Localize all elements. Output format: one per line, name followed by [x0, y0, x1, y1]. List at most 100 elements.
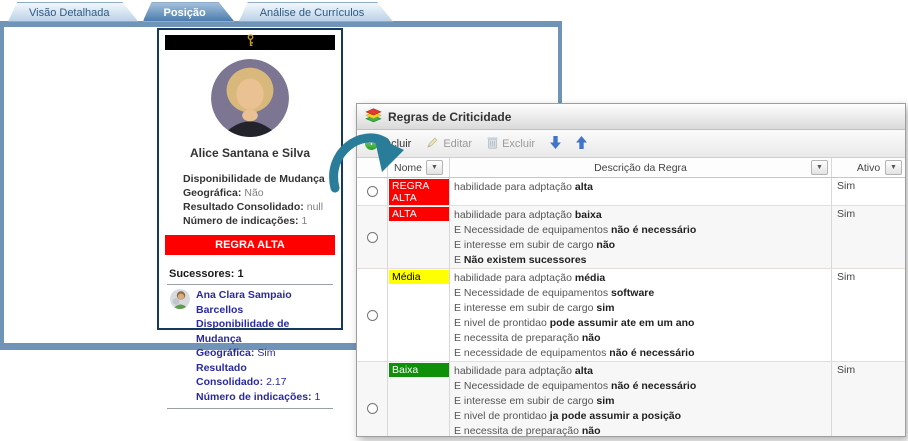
rule-description-line: habilidade para adptação alta — [450, 364, 831, 379]
rule-row: Média habilidade para adptação média E Nec… — [357, 269, 905, 362]
rule-description-line: E Necessidade de equipamentos não é nece… — [450, 379, 831, 394]
descricao-header-label: Descrição da Regra — [594, 162, 687, 174]
ativo-column-header: Ativo ▼ — [832, 158, 905, 177]
trash-icon — [487, 136, 498, 152]
rule-row: Baixahabilidade para adptação altaE Nece… — [357, 362, 905, 436]
tab-bar: Visão Detalhada Posição Análise de Currí… — [8, 2, 393, 22]
move-down-button[interactable] — [550, 136, 561, 152]
rule-description-line: E necessita de preparação não — [450, 424, 831, 436]
rule-desc-value: não — [582, 332, 601, 344]
rule-desc-text: E interesse em subir de cargo — [454, 239, 596, 251]
rule-ativo-cell: Sim — [832, 362, 905, 436]
rule-description-line: E interesse em subir de cargo sim — [450, 301, 831, 316]
rule-row: REGRA ALTAhabilidade para adptação altaS… — [357, 178, 905, 206]
detail-line: Disponibilidade de Mudança — [196, 317, 333, 346]
ativo-header-label: Ativo — [857, 162, 880, 174]
rules-table: Nome ▼ Descrição da Regra ▼ Ativo ▼ REGR… — [357, 158, 905, 436]
rule-name-cell: ALTA — [388, 206, 450, 268]
rule-desc-text: E necessita de preparação — [454, 425, 582, 436]
rule-description-line: E necessidade de equipamentos não é nece… — [450, 346, 831, 361]
tab-posicao[interactable]: Posição — [143, 2, 235, 22]
rule-select-cell — [357, 362, 388, 436]
detail-line: Geográfica:Sim — [196, 346, 333, 361]
layers-icon — [365, 108, 382, 126]
rule-description-line: E nivel de prontidao pode assumir ate em… — [450, 316, 831, 331]
nome-filter-dropdown[interactable]: ▼ — [426, 160, 443, 175]
key-position-bar — [165, 35, 335, 50]
rules-table-header: Nome ▼ Descrição da Regra ▼ Ativo ▼ — [357, 158, 905, 178]
person-card: Alice Santana e Silva Disponibilidade de… — [157, 28, 343, 330]
rule-desc-value: software — [611, 287, 654, 299]
rule-name-cell: Baixa — [388, 362, 450, 436]
rule-desc-text: habilidade para adptação — [454, 181, 575, 193]
screen: { "tabs": [ {"label": "Visão Detalhada",… — [0, 0, 908, 441]
rule-desc-value: não é necessário — [611, 380, 696, 392]
rule-select-radio[interactable] — [367, 232, 378, 243]
divider — [167, 284, 333, 285]
excluir-button[interactable]: Excluir — [487, 136, 535, 152]
window-toolbar: + Incluir Editar Excluir — [357, 130, 905, 158]
rule-desc-value: ja pode assumir a posição — [550, 410, 681, 422]
rule-desc-text: E necessita de preparação — [454, 332, 582, 344]
rule-desc-text: E nivel de prontidao — [454, 317, 550, 329]
rule-description-line: E interesse em subir de cargo sim — [450, 394, 831, 409]
rule-desc-text: habilidade para adptação — [454, 209, 575, 221]
rule-description-cell: habilidade para adptação média E Necessid… — [450, 269, 832, 361]
person-photo — [211, 59, 289, 137]
rule-desc-value: não é necessário — [609, 347, 694, 359]
detail-line: Geográfica:Não — [183, 186, 341, 200]
successor-item: Ana Clara Sampaio Barcellos Disponibilid… — [170, 288, 333, 404]
rule-description-line: E Não existem sucessores — [450, 253, 831, 268]
regras-criticidade-window: Regras de Criticidade + Incluir Editar — [356, 103, 906, 437]
rule-desc-text: E Necessidade de equipamentos — [454, 380, 611, 392]
divider — [167, 408, 333, 409]
editar-button[interactable]: Editar — [426, 136, 472, 152]
rule-desc-value: pode assumir ate em um ano — [550, 317, 695, 329]
rule-desc-text: E — [454, 254, 464, 266]
rule-desc-text: E nivel de prontidao — [454, 410, 550, 422]
rule-select-radio[interactable] — [367, 403, 378, 414]
rule-desc-text: E Necessidade de equipamentos — [454, 287, 611, 299]
rule-name-chip: ALTA — [389, 207, 449, 221]
descricao-filter-dropdown[interactable]: ▼ — [811, 160, 828, 175]
successors-count: Sucessores: 1 — [169, 268, 341, 280]
rule-desc-text: E interesse em subir de cargo — [454, 395, 596, 407]
successor-details: Ana Clara Sampaio Barcellos Disponibilid… — [196, 288, 333, 404]
move-up-button[interactable] — [576, 136, 587, 152]
rule-name-chip: Baixa — [389, 363, 449, 377]
rule-desc-text: habilidade para adptação — [454, 272, 575, 284]
successor-name[interactable]: Ana Clara Sampaio Barcellos — [196, 288, 333, 317]
excluir-label: Excluir — [502, 138, 535, 150]
rule-description-cell: habilidade para adptação baixaE Necessid… — [450, 206, 832, 268]
rule-name-cell: Média — [388, 269, 450, 361]
rule-desc-value: Não existem sucessores — [464, 254, 587, 266]
rule-desc-value: não é necessário — [611, 224, 696, 236]
arrow-down-icon — [550, 136, 561, 152]
tab-visao-detalhada[interactable]: Visão Detalhada — [8, 2, 139, 22]
rule-ativo-cell: Sim — [832, 269, 905, 361]
rule-select-cell — [357, 206, 388, 268]
rule-ativo-cell: Sim — [832, 206, 905, 268]
editar-label: Editar — [443, 138, 472, 150]
rule-desc-value: sim — [596, 395, 614, 407]
rule-description-cell: habilidade para adptação altaE Necessida… — [450, 362, 832, 436]
rule-ativo-cell: Sim — [832, 178, 905, 205]
rule-description-line: E Necessidade de equipamentos software — [450, 286, 831, 301]
rule-ativo-value: Sim — [832, 362, 905, 378]
tab-analise-curriculos[interactable]: Análise de Currículos — [239, 2, 394, 22]
rule-row: ALTAhabilidade para adptação baixaE Nece… — [357, 206, 905, 269]
detail-line: Resultado Consolidado:null — [183, 200, 341, 214]
rule-desc-value: média — [575, 272, 605, 284]
person-details: Disponibilidade de Mudança Geográfica:Nã… — [183, 172, 341, 228]
rule-description-line: E interesse em subir de cargo não — [450, 238, 831, 253]
rule-description-line: habilidade para adptação baixa — [450, 208, 831, 223]
rule-desc-value: alta — [575, 181, 593, 193]
rule-select-radio[interactable] — [367, 310, 378, 321]
detail-line: Número de indicações:1 — [196, 390, 333, 405]
rule-description-line: E necessita de preparação não — [450, 331, 831, 346]
key-icon — [246, 34, 255, 52]
ativo-filter-dropdown[interactable]: ▼ — [885, 160, 902, 175]
window-title: Regras de Criticidade — [388, 110, 511, 124]
pointer-arrow — [322, 126, 408, 199]
rule-desc-text: E interesse em subir de cargo — [454, 302, 596, 314]
